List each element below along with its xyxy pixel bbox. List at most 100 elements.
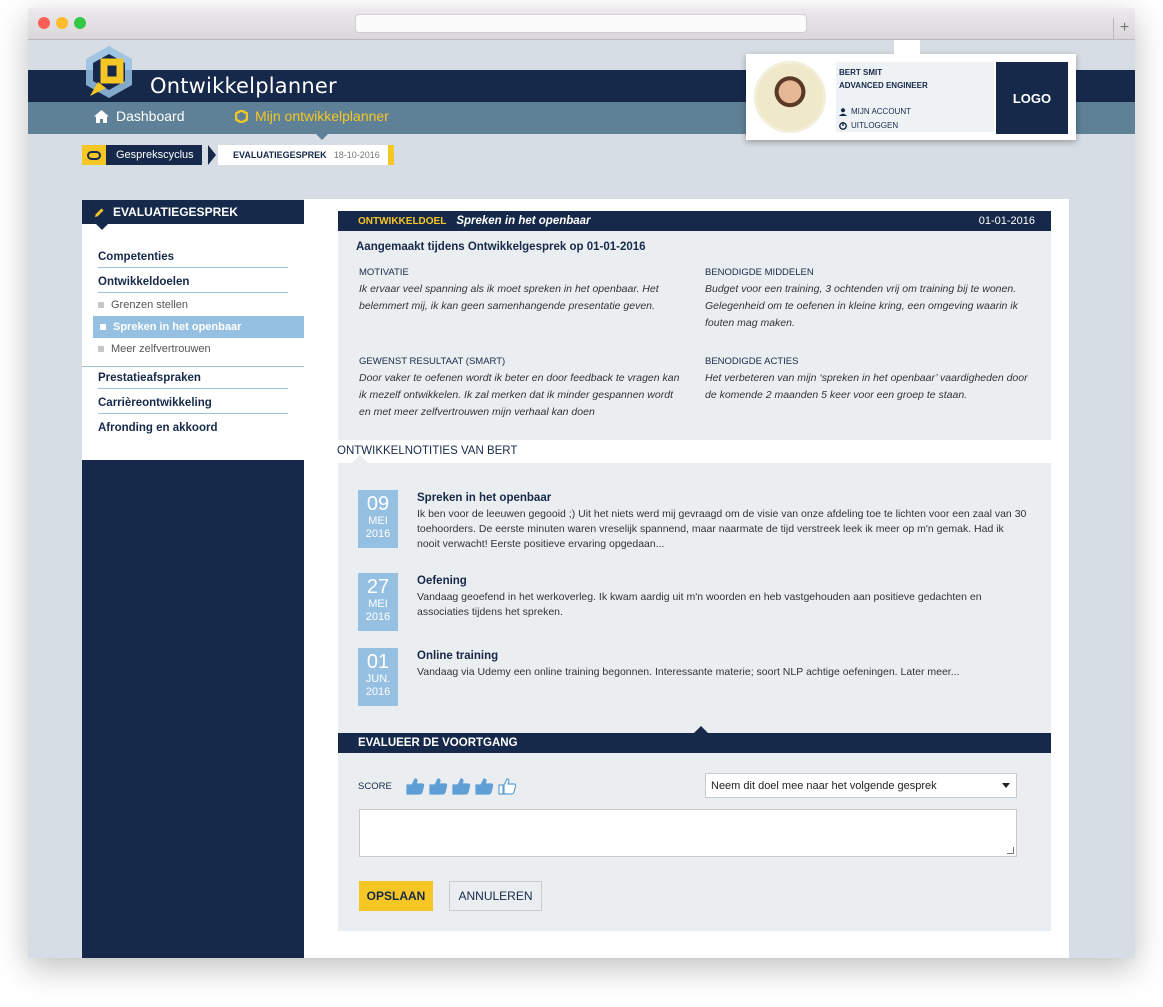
- note-day: 09: [366, 493, 390, 515]
- note-title: Spreken in het openbaar: [417, 492, 552, 504]
- thumbs-up-icon[interactable]: [498, 778, 517, 795]
- sidebar-item-afronding-en-akkoord[interactable]: Afronding en akkoord: [98, 422, 288, 438]
- note-year: 2016: [365, 686, 391, 698]
- chevron-down-icon: [1002, 783, 1010, 788]
- actions-text: Het verbeteren van mijn ‘spreken in het …: [705, 372, 1028, 401]
- thumbs-up-icon[interactable]: [452, 778, 471, 795]
- user-icon: [839, 107, 847, 116]
- note-day: 01: [366, 651, 390, 673]
- pencil-icon: [95, 207, 104, 217]
- minimize-window-button[interactable]: [56, 17, 68, 29]
- note-date: 09 MEI 2016: [358, 490, 398, 548]
- sidebar-heading-caret: [96, 224, 108, 230]
- note-title: Oefening: [417, 575, 467, 587]
- goal-kicker: ONTWIKKELDOEL: [358, 215, 447, 227]
- save-button[interactable]: OPSLAAN: [359, 881, 433, 911]
- app-logo-icon[interactable]: [80, 44, 138, 102]
- result-text: Door vaker te oefenen wordt ik beter en …: [359, 372, 680, 418]
- note-year: 2016: [365, 611, 391, 623]
- score-label: SCORE: [358, 781, 392, 792]
- profile-role: ADVANCED ENGINEER: [839, 81, 928, 90]
- resources-text: Budget voor een training, 3 ochtenden vr…: [705, 283, 1018, 329]
- note-body: Vandaag geoefend in het werkoverleg. Ik …: [417, 591, 982, 618]
- note-body: Ik ben voor de leeuwen gegooid ;) Uit he…: [417, 508, 1027, 550]
- my-account-label: MIJN ACCOUNT: [851, 107, 911, 116]
- note-year: 2016: [365, 528, 391, 540]
- bullet-icon: [98, 302, 104, 308]
- nav-active-caret: [315, 133, 329, 140]
- nav-mijn-ontwikkelplanner-label: Mijn ontwikkelplanner: [255, 108, 389, 124]
- goal-date: 01-01-2016: [978, 215, 1035, 227]
- sidebar-subitem-label: Meer zelfvertrouwen: [111, 343, 211, 355]
- logout-icon: [839, 121, 847, 130]
- nav-mijn-ontwikkelplanner[interactable]: Mijn ontwikkelplanner: [235, 108, 389, 124]
- result-label: GEWENST RESULTAAT (SMART): [359, 356, 506, 367]
- notes-caret: [352, 455, 368, 463]
- score-rating[interactable]: [406, 778, 517, 795]
- note-month: JUN.: [365, 673, 391, 685]
- select-value: Neem dit doel mee naar het volgende gesp…: [711, 779, 937, 792]
- thumbs-up-icon[interactable]: [475, 778, 494, 795]
- breadcrumb-current-label: EVALUATIEGESPREK: [233, 150, 327, 160]
- sidebar-subitem-meer-zelfvertrouwen[interactable]: Meer zelfvertrouwen: [98, 343, 211, 355]
- next-meeting-select[interactable]: Neem dit doel mee naar het volgende gesp…: [705, 773, 1017, 798]
- new-tab-button[interactable]: +: [1113, 18, 1135, 40]
- cycle-arrows-icon: [82, 145, 106, 165]
- company-logo: LOGO: [996, 62, 1068, 134]
- profile-info: BERT SMIT ADVANCED ENGINEER MIJN ACCOUNT…: [836, 62, 994, 132]
- sidebar-subitem-grenzen-stellen[interactable]: Grenzen stellen: [98, 299, 188, 311]
- evaluation-heading: EVALUEER DE VOORTGANG: [338, 733, 1051, 753]
- note-month: MEI: [368, 598, 388, 610]
- sidebar-item-ontwikkeldoelen[interactable]: Ontwikkeldoelen: [98, 276, 288, 293]
- sidebar-subitem-label: Grenzen stellen: [111, 299, 189, 311]
- avatar[interactable]: [754, 61, 826, 133]
- sidebar-menu: Competenties Ontwikkeldoelen Grenzen ste…: [82, 224, 304, 460]
- goal-title: Spreken in het openbaar: [456, 215, 591, 227]
- motivation-text: Ik ervaar veel spanning als ik moet spre…: [359, 283, 659, 312]
- browser-window: + Ontwikkelplanner Dashboard Mijn ontwik…: [28, 8, 1135, 958]
- sidebar-heading-label: EVALUATIEGESPREK: [113, 205, 238, 219]
- logout-link[interactable]: UITLOGGEN: [839, 121, 898, 130]
- thumbs-up-icon[interactable]: [429, 778, 448, 795]
- cycle-icon: [235, 109, 248, 123]
- sidebar-item-carriereontwikkeling[interactable]: Carrièreontwikkeling: [98, 397, 288, 414]
- sidebar-subitem-spreken-in-het-openbaar[interactable]: Spreken in het openbaar: [93, 316, 304, 338]
- evaluation-textarea[interactable]: [359, 809, 1017, 857]
- profile-card-tab: [894, 40, 920, 54]
- profile-name: BERT SMIT: [839, 68, 883, 77]
- motivation-label: MOTIVATIE: [359, 267, 409, 278]
- logout-label: UITLOGGEN: [851, 121, 899, 130]
- note-title: Online training: [417, 650, 499, 662]
- breadcrumb-date: 18-10-2016: [333, 150, 380, 160]
- close-window-button[interactable]: [38, 17, 50, 29]
- note-date: 01 JUN. 2016: [358, 648, 398, 706]
- breadcrumb-cycle-label: Gesprekscyclus: [116, 149, 194, 161]
- profile-card: BERT SMIT ADVANCED ENGINEER MIJN ACCOUNT…: [746, 40, 1076, 140]
- goal-header: ONTWIKKELDOEL Spreken in het openbaar 01…: [338, 211, 1051, 231]
- maximize-window-button[interactable]: [74, 17, 86, 29]
- sidebar-item-competenties[interactable]: Competenties: [98, 251, 288, 268]
- bullet-icon: [98, 346, 104, 352]
- note-month: MEI: [368, 515, 388, 527]
- thumbs-up-icon[interactable]: [406, 778, 425, 795]
- sidebar-divider: [82, 366, 304, 367]
- bullet-icon: [100, 324, 106, 330]
- browser-chrome: +: [28, 8, 1135, 40]
- note-day: 27: [366, 576, 390, 598]
- goal-made-during: Aangemaakt tijdens Ontwikkelgesprek op 0…: [356, 241, 646, 253]
- breadcrumb-current: EVALUATIEGESPREK 18-10-2016: [218, 145, 394, 165]
- resize-handle-icon[interactable]: [1007, 847, 1014, 854]
- nav-dashboard-label: Dashboard: [116, 108, 185, 124]
- sidebar-subitem-label: Spreken in het openbaar: [113, 321, 242, 333]
- nav-dashboard[interactable]: Dashboard: [94, 108, 185, 124]
- app-title[interactable]: Ontwikkelplanner: [150, 74, 337, 98]
- home-icon: [94, 109, 109, 123]
- note-date: 27 MEI 2016: [358, 573, 398, 631]
- breadcrumb-arrow: [208, 145, 216, 165]
- cancel-button[interactable]: ANNULEREN: [449, 881, 542, 911]
- note-body: Vandaag via Udemy een online training be…: [417, 666, 960, 678]
- sidebar-item-prestatieafspraken[interactable]: Prestatieafspraken: [98, 372, 288, 389]
- address-bar[interactable]: [355, 14, 807, 33]
- breadcrumb-cycle[interactable]: Gesprekscyclus: [82, 145, 202, 165]
- my-account-link[interactable]: MIJN ACCOUNT: [839, 107, 911, 116]
